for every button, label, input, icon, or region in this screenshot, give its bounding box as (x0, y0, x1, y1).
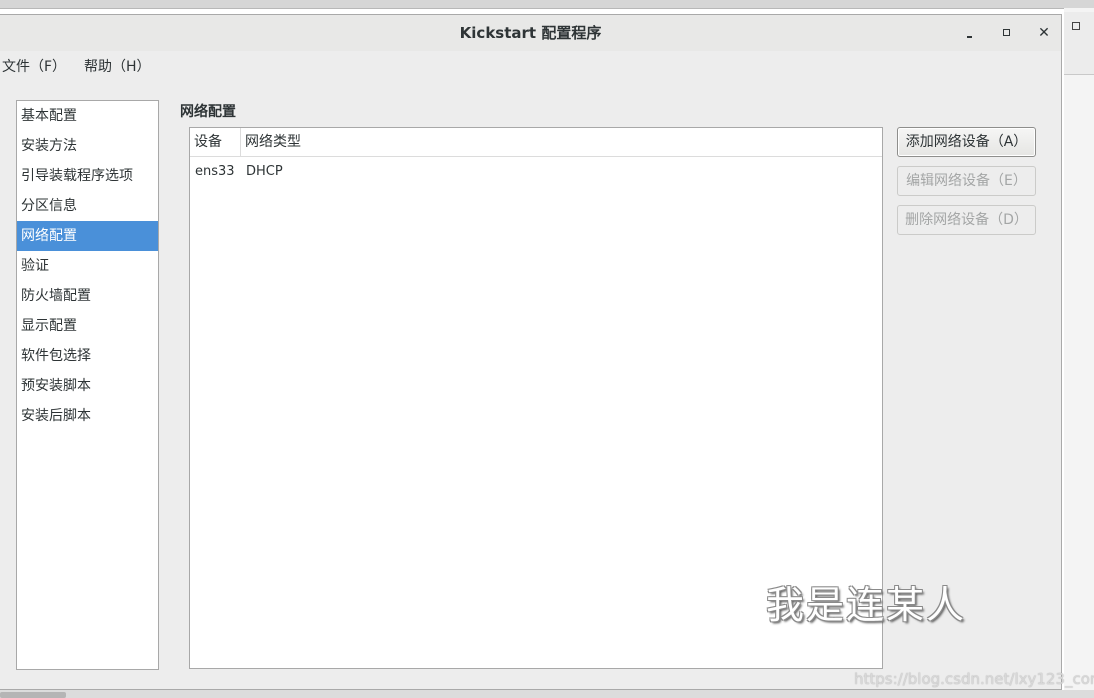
window-title: Kickstart 配置程序 (459, 24, 602, 42)
background-bottom-strip (0, 690, 1094, 698)
menu-help[interactable]: 帮助（H） (84, 55, 151, 79)
horizontal-scrollbar-thumb[interactable] (0, 692, 66, 698)
column-header-network-type[interactable]: 网络类型 (241, 128, 301, 156)
section-title: 网络配置 (180, 104, 236, 120)
background-window-edge (1064, 8, 1094, 698)
sidebar-item-packages[interactable]: 软件包选择 (17, 341, 158, 371)
sidebar-item-display[interactable]: 显示配置 (17, 311, 158, 341)
sidebar-item-partition[interactable]: 分区信息 (17, 191, 158, 221)
maximize-button[interactable] (999, 25, 1015, 41)
sidebar-item-install-method[interactable]: 安装方法 (17, 131, 158, 161)
edit-network-device-button[interactable]: 编辑网络设备（E） (897, 166, 1036, 196)
sidebar-item-basic[interactable]: 基本配置 (17, 101, 158, 131)
cell-network-type: DHCP (246, 164, 283, 179)
minimize-icon (967, 36, 972, 38)
table-row[interactable]: ens33 DHCP (190, 157, 882, 187)
delete-network-device-button[interactable]: 删除网络设备（D） (897, 205, 1036, 235)
background-top-strip (0, 0, 1094, 9)
maximize-icon (1003, 29, 1010, 36)
column-header-device[interactable]: 设备 (190, 128, 241, 156)
sidebar-item-pre-script[interactable]: 预安装脚本 (17, 371, 158, 401)
table-header: 设备 网络类型 (190, 128, 882, 157)
sidebar-item-bootloader[interactable]: 引导装载程序选项 (17, 161, 158, 191)
background-maximize-icon[interactable] (1072, 22, 1080, 30)
watermark-url: https://blog.csdn.net/lxy123_com (854, 670, 1094, 688)
category-list: 基本配置 安装方法 引导装载程序选项 分区信息 网络配置 验证 防火墙配置 显示… (16, 100, 159, 670)
cell-device: ens33 (195, 164, 235, 179)
sidebar-item-post-script[interactable]: 安装后脚本 (17, 401, 158, 431)
watermark-text: 我是连某人 (766, 583, 967, 627)
sidebar-item-firewall[interactable]: 防火墙配置 (17, 281, 158, 311)
close-button[interactable]: ✕ (1036, 25, 1052, 41)
sidebar-item-network[interactable]: 网络配置 (17, 221, 158, 251)
close-icon: ✕ (1038, 25, 1050, 41)
sidebar-item-auth[interactable]: 验证 (17, 251, 158, 281)
minimize-button[interactable] (962, 25, 978, 41)
title-bar[interactable]: Kickstart 配置程序 ✕ (0, 15, 1061, 51)
add-network-device-button[interactable]: 添加网络设备（A） (897, 127, 1036, 157)
menu-file[interactable]: 文件（F） (2, 55, 66, 79)
